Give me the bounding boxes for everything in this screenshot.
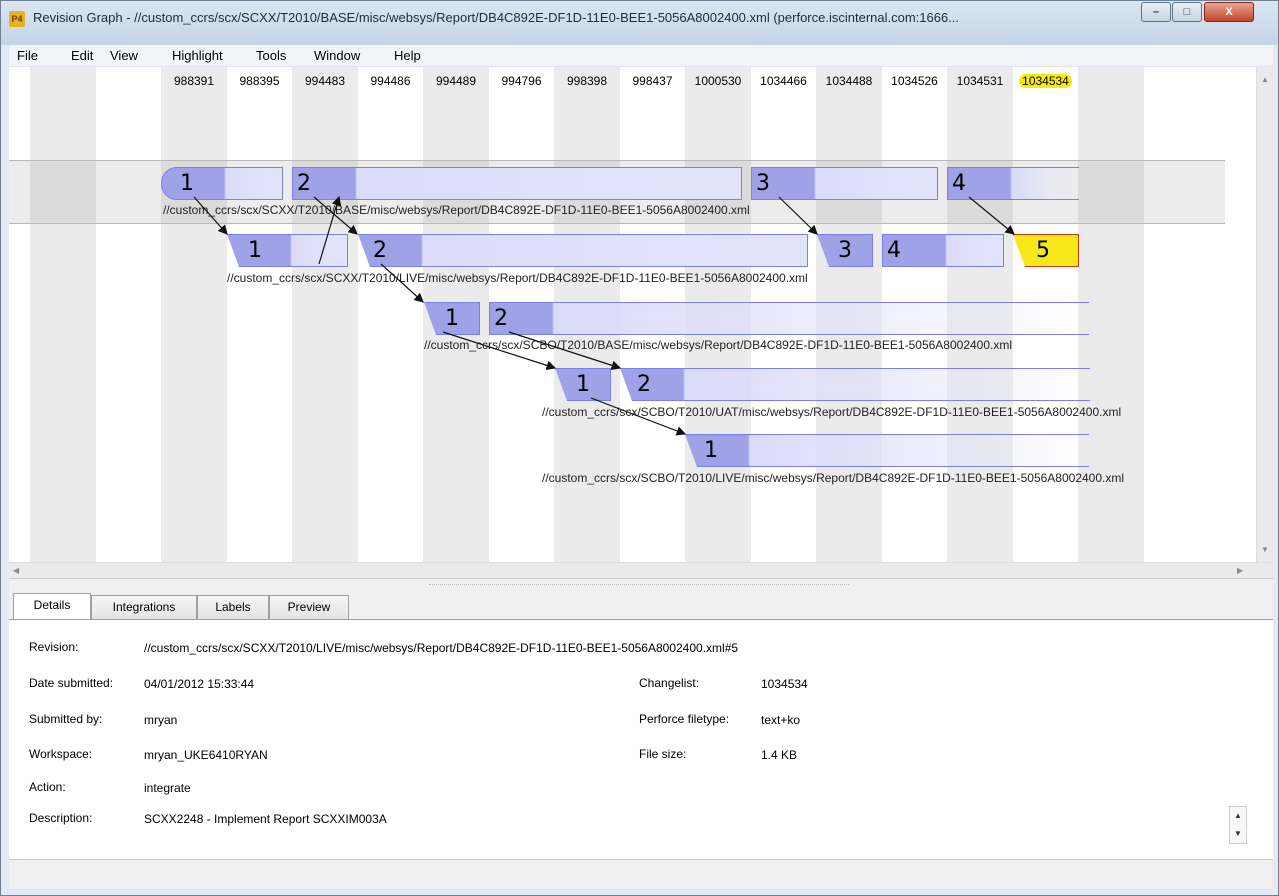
revision-value: //custom_ccrs/scx/SCXX/T2010/LIVE/misc/w… — [144, 641, 739, 655]
filesize-value: 1.4 KB — [761, 748, 798, 762]
splitter-grip[interactable] — [429, 584, 849, 586]
window-title: Revision Graph - //custom_ccrs/scx/SCXX/… — [33, 10, 960, 25]
integration-arrows — [193, 195, 1015, 436]
integration-arrow — [508, 331, 622, 370]
changelist-label: Changelist: — [639, 676, 700, 690]
description-label: Description: — [29, 811, 93, 825]
tab-labels[interactable]: Labels — [197, 595, 269, 619]
revision-graph-window: P4 Revision Graph - //custom_ccrs/scx/SC… — [0, 0, 1279, 896]
scroll-down-icon[interactable]: ▼ — [1230, 825, 1246, 843]
action-label: Action: — [29, 780, 66, 794]
date-submitted-value: 04/01/2012 15:33:44 — [144, 677, 255, 691]
integration-arrow — [193, 196, 228, 235]
submitted-by-label: Submitted by: — [29, 712, 103, 726]
tab-integrations[interactable]: Integrations — [91, 595, 197, 619]
filetype-value: text+ko — [761, 713, 801, 727]
description-scrollbar[interactable]: ▲ ▼ — [1229, 806, 1247, 844]
menu-highlight[interactable]: Highlight — [172, 48, 223, 63]
close-button[interactable]: X — [1204, 2, 1254, 22]
menu-view[interactable]: View — [110, 48, 138, 63]
scroll-up-icon[interactable]: ▲ — [1261, 75, 1269, 84]
menu-bar: File Edit View Highlight Tools Window He… — [9, 45, 1273, 67]
date-submitted-label: Date submitted: — [29, 676, 114, 690]
integration-arrow — [778, 196, 818, 235]
graph-vertical-scrollbar[interactable]: ▲ ▼ — [1256, 67, 1273, 563]
menu-window[interactable]: Window — [314, 48, 360, 63]
scroll-right-icon[interactable]: ▶ — [1237, 566, 1243, 575]
title-bar: P4 Revision Graph - //custom_ccrs/scx/SC… — [1, 1, 1278, 45]
scroll-left-icon[interactable]: ◀ — [13, 566, 19, 575]
scroll-down-icon[interactable]: ▼ — [1261, 545, 1269, 554]
menu-tools[interactable]: Tools — [256, 48, 286, 63]
details-tabs: Details Integrations Labels Preview — [9, 591, 1273, 620]
scroll-up-icon[interactable]: ▲ — [1230, 807, 1246, 825]
integration-arrow — [968, 196, 1015, 235]
menu-help[interactable]: Help — [394, 48, 421, 63]
maximize-button[interactable]: □ — [1172, 2, 1202, 22]
tab-details[interactable]: Details — [13, 593, 91, 620]
tab-preview[interactable]: Preview — [269, 595, 349, 619]
revision-label: Revision: — [29, 640, 79, 654]
filetype-label: Perforce filetype: — [639, 712, 730, 726]
p4-app-icon: P4 — [9, 11, 25, 27]
description-value: SCXX2248 - Implement Report SCXXIM003A — [144, 812, 387, 826]
pane-splitter[interactable] — [9, 579, 1273, 591]
minimize-button[interactable]: – — [1141, 2, 1171, 22]
integration-arrow — [442, 331, 557, 370]
status-bar — [9, 859, 1273, 889]
workspace-label: Workspace: — [29, 747, 93, 761]
details-panel: Revision: //custom_ccrs/scx/SCXX/T2010/L… — [9, 619, 1273, 859]
integration-arrow — [313, 196, 358, 235]
integration-arrow — [590, 397, 687, 436]
workspace-value: mryan_UKE6410RYAN — [144, 748, 268, 762]
integration-arrow — [318, 195, 342, 265]
graph-horizontal-scrollbar[interactable]: ◀ ▶ — [9, 562, 1273, 578]
action-value: integrate — [144, 781, 191, 795]
menu-edit[interactable]: Edit — [71, 48, 93, 63]
submitted-by-value: mryan — [144, 713, 178, 727]
filesize-label: File size: — [639, 747, 687, 761]
integration-arrow — [380, 263, 424, 303]
menu-file[interactable]: File — [17, 48, 38, 63]
changelist-value: 1034534 — [761, 677, 808, 691]
revision-graph[interactable]: 988391 988395 994483 994486 994489 994796 9983… — [9, 67, 1273, 579]
